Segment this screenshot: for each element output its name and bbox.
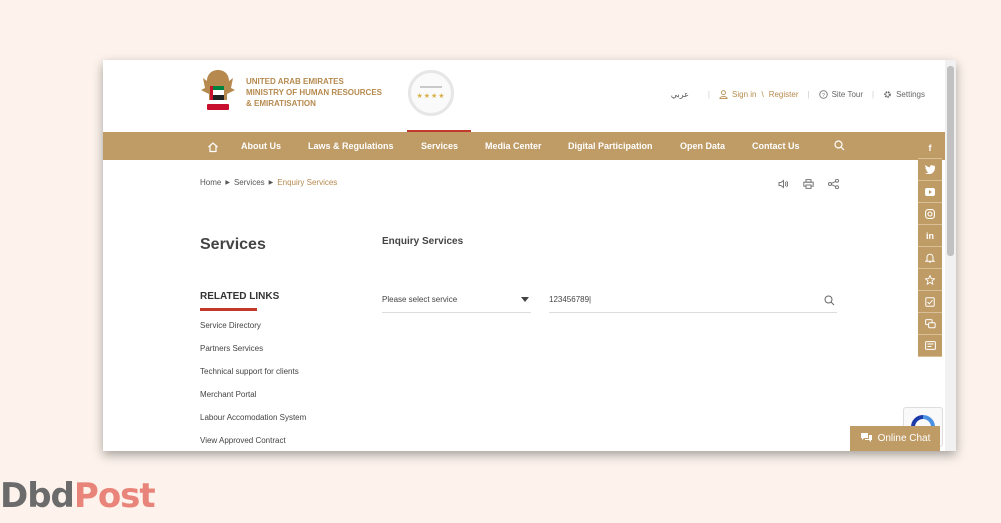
page-title: Services	[200, 236, 266, 253]
facebook-icon[interactable]: f	[918, 137, 942, 159]
separator: |	[807, 90, 810, 99]
page-tools	[778, 176, 839, 194]
checklist-icon[interactable]	[918, 291, 942, 313]
chat-bubbles-icon[interactable]	[918, 313, 942, 335]
nav-services[interactable]: Services	[421, 132, 458, 160]
search-icon[interactable]	[824, 294, 835, 314]
nav-digital-participation[interactable]: Digital Participation	[568, 132, 653, 160]
dbdpost-logo: DbdPost	[0, 476, 156, 516]
chevron-down-icon	[521, 297, 529, 302]
site-tour-link[interactable]: Site Tour	[832, 90, 863, 99]
main-nav: About Us Laws & Regulations Services Med…	[103, 132, 945, 160]
youtube-icon[interactable]	[918, 181, 942, 203]
logo-part-1: Dbd	[0, 476, 75, 516]
sign-in-link[interactable]: Sign in	[732, 90, 756, 99]
home-icon[interactable]	[207, 133, 219, 161]
search-input-value: 123456789|	[549, 295, 592, 304]
org-line-1: UNITED ARAB EMIRATES	[246, 77, 344, 86]
related-link-labour-accomodation[interactable]: Labour Accomodation System	[200, 413, 306, 436]
enquiry-search-input[interactable]: 123456789|	[549, 290, 837, 313]
linkedin-icon[interactable]: in	[918, 225, 942, 247]
register-link[interactable]: Register	[769, 90, 799, 99]
related-link-partners-services[interactable]: Partners Services	[200, 344, 306, 367]
scrollbar-thumb[interactable]	[947, 66, 954, 256]
org-line-3: & EMIRATISATION	[246, 99, 316, 108]
badge-line	[420, 86, 442, 88]
separator: |	[872, 90, 875, 99]
nav-laws-regulations[interactable]: Laws & Regulations	[308, 132, 394, 160]
logo-part-2: Post	[73, 476, 156, 516]
related-links-underline	[200, 308, 257, 311]
separator: |	[707, 90, 710, 99]
online-chat-button[interactable]: Online Chat	[850, 426, 940, 451]
breadcrumb: Home ▶ Services ▶ Enquiry Services	[200, 178, 337, 187]
nav-open-data[interactable]: Open Data	[680, 132, 725, 160]
settings-link[interactable]: Settings	[896, 90, 925, 99]
service-select[interactable]: Please select service	[382, 290, 531, 313]
nav-media-center[interactable]: Media Center	[485, 132, 542, 160]
badge-stars-icon: ★★★★	[416, 93, 446, 100]
breadcrumb-current: Enquiry Services	[277, 178, 338, 187]
browser-window: UNITED ARAB EMIRATES MINISTRY OF HUMAN R…	[103, 60, 956, 451]
related-link-service-directory[interactable]: Service Directory	[200, 321, 306, 344]
breadcrumb-home[interactable]: Home	[200, 178, 221, 187]
arabic-language-link[interactable]: عربي	[671, 90, 689, 99]
uae-emblem-icon[interactable]	[199, 66, 237, 116]
section-title: Enquiry Services	[382, 236, 464, 247]
related-links-title: RELATED LINKS	[200, 291, 280, 302]
nav-about-us[interactable]: About Us	[241, 132, 281, 160]
twitter-icon[interactable]	[918, 159, 942, 181]
site-header: UNITED ARAB EMIRATES MINISTRY OF HUMAN R…	[103, 60, 945, 132]
online-chat-label: Online Chat	[877, 433, 931, 444]
link-separator: \	[761, 90, 764, 99]
share-icon[interactable]	[828, 176, 839, 194]
chat-icon	[860, 432, 873, 446]
org-line-2: MINISTRY OF HUMAN RESOURCES	[246, 88, 383, 97]
feedback-icon[interactable]	[918, 335, 942, 357]
gear-icon	[883, 90, 892, 99]
breadcrumb-arrow-icon: ▶	[268, 180, 274, 186]
svg-text:?: ?	[822, 93, 825, 99]
nav-search-icon[interactable]	[834, 132, 845, 160]
breadcrumb-arrow-icon: ▶	[225, 180, 230, 186]
org-name[interactable]: UNITED ARAB EMIRATES MINISTRY OF HUMAN R…	[246, 76, 382, 109]
scrollbar[interactable]	[945, 60, 956, 451]
breadcrumb-services[interactable]: Services	[234, 178, 265, 187]
user-icon	[719, 90, 728, 99]
related-links-list: Service Directory Partners Services Tech…	[200, 321, 306, 451]
notification-icon[interactable]	[918, 247, 942, 269]
top-links: عربي | Sign in \ Register | ? Site Tour …	[671, 90, 925, 99]
print-icon[interactable]	[803, 176, 814, 194]
social-sidebar: f in	[918, 137, 942, 357]
related-link-merchant-portal[interactable]: Merchant Portal	[200, 390, 306, 413]
instagram-icon[interactable]	[918, 203, 942, 225]
related-link-approved-contract[interactable]: View Approved Contract	[200, 436, 306, 451]
rating-badge: ★★★★	[408, 70, 454, 116]
speaker-icon[interactable]	[778, 176, 789, 194]
nav-contact-us[interactable]: Contact Us	[752, 132, 800, 160]
star-icon[interactable]	[918, 269, 942, 291]
related-link-technical-support[interactable]: Technical support for clients	[200, 367, 306, 390]
help-icon: ?	[818, 90, 828, 99]
service-select-value: Please select service	[382, 295, 458, 304]
